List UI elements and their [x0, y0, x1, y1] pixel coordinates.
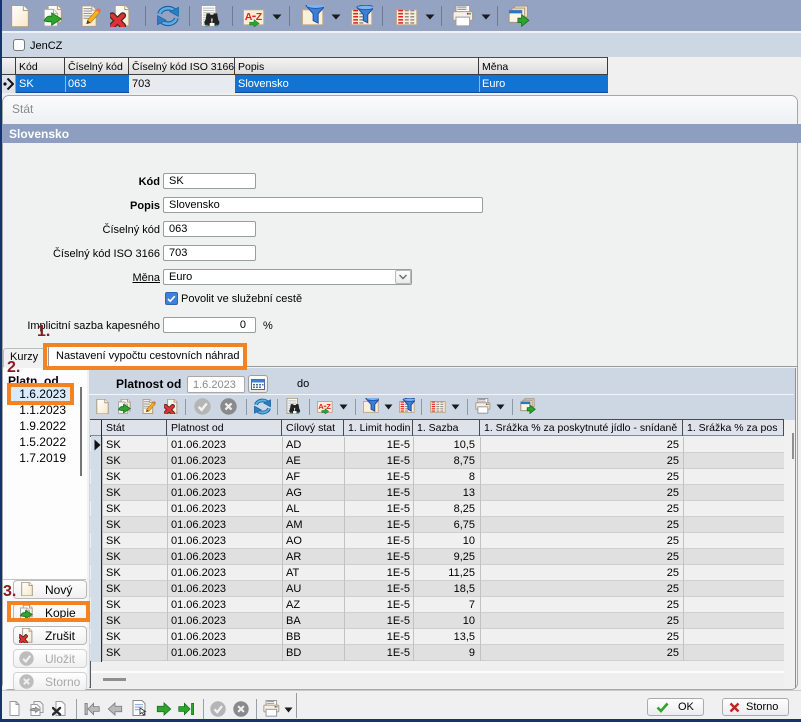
svg-text:Z: Z — [256, 11, 263, 23]
svg-text:A: A — [318, 402, 324, 411]
svg-text:Z: Z — [326, 402, 331, 411]
svg-text:A: A — [245, 11, 253, 23]
